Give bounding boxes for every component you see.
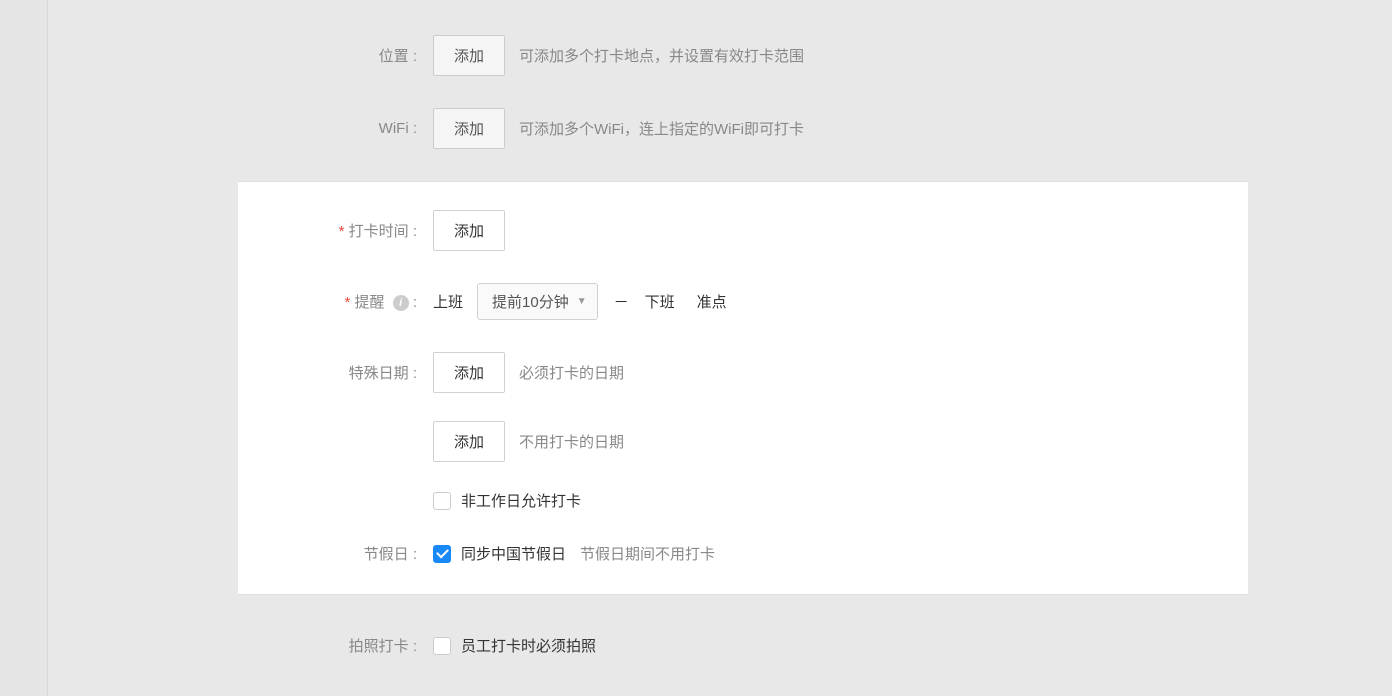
value-wifi: 添加 可添加多个WiFi，连上指定的WiFi即可打卡 [433, 108, 1248, 149]
label-photo: 拍照打卡 : [238, 635, 433, 656]
info-icon[interactable]: i [393, 295, 409, 311]
separator-dash: － [612, 291, 631, 312]
value-non-workday: 非工作日允许打卡 [433, 490, 1248, 511]
add-must-date-button[interactable]: 添加 [433, 352, 505, 393]
holiday-sync-label: 同步中国节假日 [461, 543, 566, 564]
label-reminder-colon: : [413, 294, 417, 311]
value-location: 添加 可添加多个打卡地点，并设置有效打卡范围 [433, 35, 1248, 76]
text-before-work: 上班 [433, 291, 463, 312]
value-photo: 员工打卡时必须拍照 [433, 635, 1248, 656]
reminder-select[interactable]: 提前10分钟 ▼ [477, 283, 598, 320]
row-holiday: 节假日 : 同步中国节假日 节假日期间不用打卡 [238, 543, 1248, 564]
photo-required-checkbox[interactable] [433, 637, 451, 655]
add-location-button[interactable]: 添加 [433, 35, 505, 76]
label-clock-time: 打卡时间 : [238, 220, 433, 241]
hint-wifi: 可添加多个WiFi，连上指定的WiFi即可打卡 [519, 118, 804, 139]
value-special-date-not: 添加 不用打卡的日期 [433, 421, 1248, 462]
photo-check-wrap[interactable]: 员工打卡时必须拍照 [433, 635, 596, 656]
value-special-date-must: 添加 必须打卡的日期 [433, 352, 1248, 393]
value-clock-time: 添加 [433, 210, 1248, 251]
hint-holiday: 节假日期间不用打卡 [580, 543, 715, 564]
row-reminder: 提醒 i : 上班 提前10分钟 ▼ － 下班 准点 [238, 283, 1248, 320]
text-after-work: 下班 [645, 291, 675, 312]
row-clock-time: 打卡时间 : 添加 [238, 210, 1248, 251]
label-wifi: WiFi : [238, 120, 433, 137]
label-location: 位置 : [238, 45, 433, 66]
row-photo: 拍照打卡 : 员工打卡时必须拍照 [238, 595, 1248, 656]
photo-required-label: 员工打卡时必须拍照 [461, 635, 596, 656]
value-holiday: 同步中国节假日 节假日期间不用打卡 [433, 543, 1248, 564]
row-special-date-must: 特殊日期 : 添加 必须打卡的日期 [238, 352, 1248, 393]
add-not-date-button[interactable]: 添加 [433, 421, 505, 462]
label-reminder-wrap: 提醒 i : [238, 291, 433, 312]
label-reminder: 提醒 [344, 294, 384, 311]
add-wifi-button[interactable]: 添加 [433, 108, 505, 149]
chevron-down-icon: ▼ [577, 296, 587, 307]
holiday-sync-checkbox[interactable] [433, 545, 451, 563]
non-workday-checkbox[interactable] [433, 492, 451, 510]
card-schedule: 打卡时间 : 添加 提醒 i : 上班 提前10分钟 ▼ [238, 182, 1248, 594]
non-workday-label: 非工作日允许打卡 [461, 490, 581, 511]
hint-must-date: 必须打卡的日期 [519, 362, 624, 383]
label-holiday: 节假日 : [238, 543, 433, 564]
add-clock-time-button[interactable]: 添加 [433, 210, 505, 251]
row-location: 位置 : 添加 可添加多个打卡地点，并设置有效打卡范围 [238, 35, 1248, 76]
non-workday-check-wrap[interactable]: 非工作日允许打卡 [433, 490, 581, 511]
sidebar-edge [0, 0, 48, 696]
row-non-workday: 非工作日允许打卡 [238, 490, 1248, 511]
label-special-date: 特殊日期 : [238, 362, 433, 383]
form-content: 位置 : 添加 可添加多个打卡地点，并设置有效打卡范围 WiFi : 添加 可添… [238, 0, 1248, 656]
hint-location: 可添加多个打卡地点，并设置有效打卡范围 [519, 45, 804, 66]
text-on-time: 准点 [697, 291, 727, 312]
reminder-select-value: 提前10分钟 [492, 291, 569, 312]
value-reminder: 上班 提前10分钟 ▼ － 下班 准点 [433, 283, 1248, 320]
page-container: 位置 : 添加 可添加多个打卡地点，并设置有效打卡范围 WiFi : 添加 可添… [0, 0, 1392, 696]
row-wifi: WiFi : 添加 可添加多个WiFi，连上指定的WiFi即可打卡 [238, 108, 1248, 149]
row-special-date-not: 添加 不用打卡的日期 [238, 421, 1248, 462]
hint-not-date: 不用打卡的日期 [519, 431, 624, 452]
holiday-check-wrap[interactable]: 同步中国节假日 [433, 543, 566, 564]
